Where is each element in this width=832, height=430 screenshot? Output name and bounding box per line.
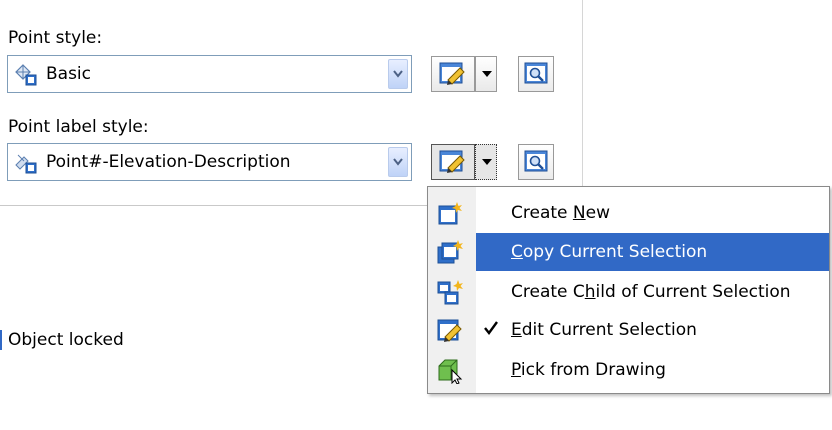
edit-style-icon xyxy=(439,150,465,173)
pick-from-drawing-icon xyxy=(437,358,463,385)
create-child-icon xyxy=(437,280,463,306)
panel-divider-vertical xyxy=(582,0,583,205)
menu-mnemonic: P xyxy=(511,360,521,380)
magnifier-icon xyxy=(524,62,548,84)
menu-item-create-child[interactable]: Create Child of Current Selection xyxy=(428,273,829,311)
menu-item-edit-current-selection[interactable]: Edit Current Selection xyxy=(428,311,829,349)
edit-selection-icon xyxy=(437,318,463,344)
point-style-label: Point style: xyxy=(8,28,103,48)
object-locked-checkbox-edge[interactable] xyxy=(0,330,2,350)
point-label-style-value: Point#-Elevation-Description xyxy=(46,152,291,172)
object-locked-label: Object locked xyxy=(8,330,124,350)
checkmark-icon xyxy=(484,320,498,341)
point-label-style-label: Point label style: xyxy=(8,117,149,137)
menu-item-label: Pick from Drawing xyxy=(511,360,666,380)
point-style-value: Basic xyxy=(46,64,92,84)
menu-item-pick-from-drawing[interactable]: Pick from Drawing xyxy=(428,351,829,389)
point-label-style-edit-button[interactable] xyxy=(431,144,475,180)
point-style-icon xyxy=(14,63,38,87)
menu-mnemonic: C xyxy=(511,242,523,262)
point-label-style-dropdown-arrow[interactable] xyxy=(388,147,408,177)
point-label-style-edit-dropdown[interactable] xyxy=(475,144,497,180)
copy-selection-icon xyxy=(437,240,463,266)
menu-item-label: Create New xyxy=(511,203,610,223)
point-style-combo[interactable]: Basic xyxy=(7,55,412,93)
point-label-style-combo[interactable]: Point#-Elevation-Description xyxy=(7,143,412,181)
menu-item-label: Create Child of Current Selection xyxy=(511,282,791,302)
menu-item-label: Edit Current Selection xyxy=(511,320,697,340)
panel-divider-horizontal xyxy=(0,205,430,206)
point-style-edit-dropdown[interactable] xyxy=(475,56,497,92)
menu-item-copy-current-selection[interactable]: Copy Current Selection xyxy=(428,233,829,271)
point-style-edit-split-button[interactable] xyxy=(431,56,497,92)
create-new-icon xyxy=(437,201,463,227)
point-label-style-edit-split-button[interactable] xyxy=(431,144,497,180)
menu-item-label: Copy Current Selection xyxy=(511,242,708,262)
menu-item-create-new[interactable]: Create New xyxy=(428,194,829,232)
menu-mnemonic: E xyxy=(511,320,522,340)
point-style-dropdown-arrow[interactable] xyxy=(388,59,408,89)
edit-style-dropdown-menu: Create New Copy Current Selection Create… xyxy=(427,186,830,394)
magnifier-icon xyxy=(524,150,548,172)
point-style-edit-button[interactable] xyxy=(431,56,475,92)
point-label-style-preview-button[interactable] xyxy=(518,144,554,180)
menu-mnemonic: N xyxy=(572,203,586,223)
menu-mnemonic: h xyxy=(584,282,596,302)
edit-style-icon xyxy=(439,62,465,85)
label-style-icon xyxy=(14,151,38,175)
point-style-preview-button[interactable] xyxy=(518,56,554,92)
